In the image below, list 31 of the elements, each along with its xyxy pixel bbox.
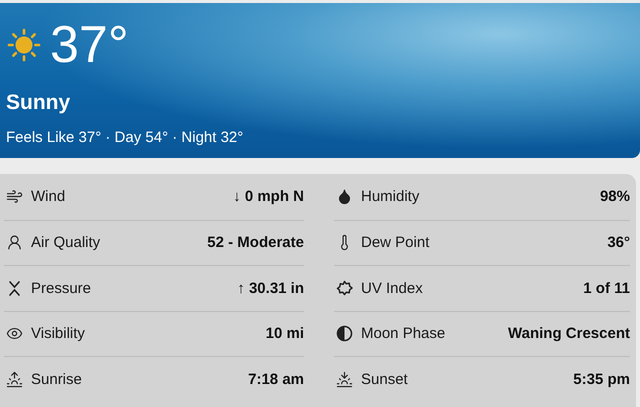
detail-label: Moon Phase <box>361 325 446 342</box>
detail-label: Dew Point <box>361 234 430 252</box>
person-icon <box>6 234 23 252</box>
detail-value: 36° <box>607 234 630 252</box>
detail-value: 1 of 11 <box>583 280 630 297</box>
temperature: 37° <box>50 17 129 73</box>
detail-value: 98% <box>600 188 630 206</box>
detail-label: Air Quality <box>31 234 102 252</box>
detail-value: ↑ 30.31 in <box>237 280 304 297</box>
detail-value: Waning Crescent <box>508 325 630 342</box>
wind-icon <box>6 188 23 206</box>
detail-label: Visibility <box>31 325 86 342</box>
detail-label: Wind <box>31 188 66 206</box>
sunset-icon <box>336 370 353 388</box>
detail-value: 52 - Moderate <box>207 234 304 252</box>
sunrise-icon <box>6 370 23 388</box>
detail-label: UV Index <box>361 280 424 297</box>
detail-label: Sunrise <box>31 370 83 388</box>
detail-value: 10 mi <box>266 325 304 342</box>
sun-icon <box>6 27 42 63</box>
detail-label: Humidity <box>361 188 420 206</box>
detail-value: 7:18 am <box>248 370 304 388</box>
droplet-icon <box>336 188 353 206</box>
detail-label: Sunset <box>361 370 409 388</box>
temperature-summary: Feels Like 37° · Day 54° · Night 32° <box>6 129 244 146</box>
detail-value: 5:35 pm <box>573 370 630 388</box>
moon-phase-icon <box>336 325 353 342</box>
condition: Sunny <box>6 91 72 115</box>
detail-value: ↓ 0 mph N <box>233 188 304 206</box>
detail-label: Pressure <box>31 280 92 297</box>
sun-outline-icon <box>336 280 353 297</box>
